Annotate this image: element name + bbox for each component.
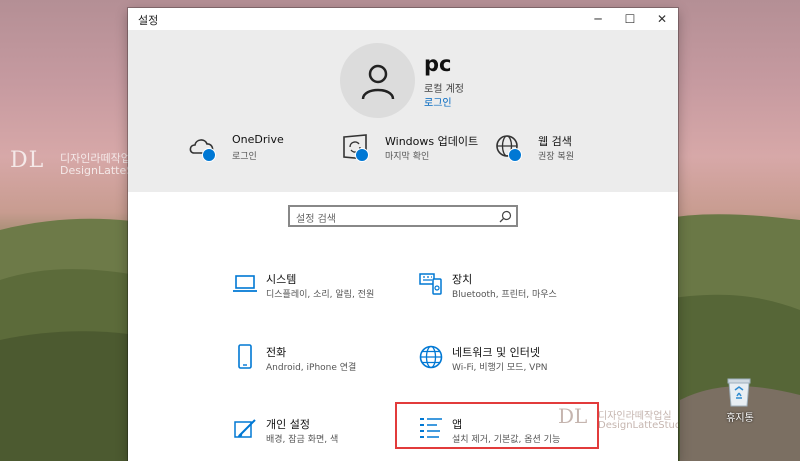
avatar[interactable] — [340, 43, 415, 118]
category-subtitle: Android, iPhone 연결 — [266, 363, 357, 373]
quick-link-title: OneDrive — [232, 133, 284, 146]
recycle-bin-icon[interactable] — [724, 376, 754, 408]
category-subtitle: 디스플레이, 소리, 알림, 전원 — [266, 290, 375, 300]
quick-link-onedrive[interactable]: OneDrive 로그인 — [188, 131, 318, 171]
category-title: 시스템 — [266, 273, 297, 286]
category-network[interactable]: 네트워크 및 인터넷 Wi-Fi, 비행기 모드, VPN — [418, 344, 588, 384]
phone-icon — [238, 344, 252, 369]
paint-icon — [234, 419, 256, 438]
keyboard-icon — [419, 273, 442, 295]
search-icon[interactable] — [499, 210, 512, 223]
quick-link-title: 웹 검색 — [538, 135, 572, 148]
quick-link-windows-update[interactable]: Windows 업데이트 마지막 확인 — [341, 131, 481, 171]
quick-link-subtitle: 로그인 — [232, 152, 257, 162]
globe-icon — [419, 345, 443, 369]
watermark-logo: DL — [10, 148, 45, 173]
category-devices[interactable]: 장치 Bluetooth, 프린터, 마우스 — [418, 271, 588, 311]
status-dot — [508, 148, 522, 162]
account-type: 로컬 계정 — [424, 84, 464, 95]
category-subtitle: 배경, 잠금 화면, 색 — [266, 435, 339, 445]
category-subtitle: Wi-Fi, 비행기 모드, VPN — [452, 363, 548, 373]
status-dot — [355, 148, 369, 162]
minimize-button[interactable]: ─ — [582, 8, 614, 30]
user-icon — [361, 64, 394, 99]
status-dot — [202, 148, 216, 162]
maximize-button[interactable]: ☐ — [614, 8, 646, 30]
account-header: pc 로컬 계정 로그인 OneDrive 로그인 Windows 업데이트 마… — [128, 30, 678, 192]
category-personalization[interactable]: 개인 설정 배경, 잠금 화면, 색 — [232, 416, 392, 456]
watermark-logo: DL — [558, 404, 588, 428]
quick-link-title: Windows 업데이트 — [385, 135, 479, 148]
title-bar[interactable]: 설정 ─ ☐ ✕ — [128, 8, 678, 30]
search-box[interactable] — [288, 205, 518, 229]
category-system[interactable]: 시스템 디스플레이, 소리, 알림, 전원 — [232, 271, 392, 311]
quick-link-web-search[interactable]: 웹 검색 권장 복원 — [494, 131, 614, 171]
close-button[interactable]: ✕ — [646, 8, 678, 30]
recycle-bin-label[interactable]: 휴지통 — [718, 409, 762, 424]
category-subtitle: Bluetooth, 프린터, 마우스 — [452, 290, 557, 300]
quick-link-subtitle: 권장 복원 — [538, 152, 574, 162]
category-title: 개인 설정 — [266, 418, 310, 431]
category-phone[interactable]: 전화 Android, iPhone 연결 — [232, 344, 392, 384]
window-title: 설정 — [138, 14, 159, 27]
laptop-icon — [233, 275, 257, 292]
signin-link[interactable]: 로그인 — [424, 94, 452, 109]
category-title: 장치 — [452, 273, 473, 286]
watermark-english-text: DesignLatteStudio — [598, 420, 678, 431]
settings-window: 설정 ─ ☐ ✕ pc 로컬 계정 로그인 OneDrive 로그인 Windo… — [128, 8, 678, 461]
quick-link-subtitle: 마지막 확인 — [385, 152, 430, 162]
account-name: pc — [424, 52, 452, 76]
category-title: 네트워크 및 인터넷 — [452, 346, 540, 359]
search-input[interactable] — [296, 210, 492, 229]
category-title: 전화 — [266, 346, 287, 359]
